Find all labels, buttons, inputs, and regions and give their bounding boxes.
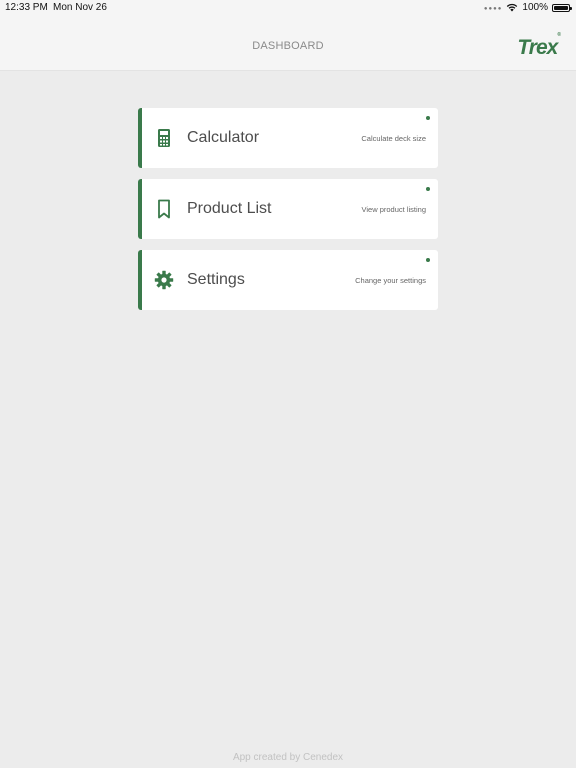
wifi-icon [507, 3, 518, 12]
logo-text: Trex [517, 36, 558, 59]
status-right: ●●●● 100% [483, 2, 572, 13]
calculator-icon [158, 129, 170, 147]
status-date: Mon Nov 26 [53, 2, 107, 13]
page-title: DASHBOARD [252, 40, 324, 52]
calculator-card[interactable]: Calculator Calculate deck size [138, 108, 438, 168]
product-list-label: Product List [187, 200, 272, 217]
indicator-dot [426, 258, 430, 262]
battery-percent: 100% [522, 2, 548, 13]
indicator-dot [426, 116, 430, 120]
trex-logo: Trex® [517, 32, 561, 60]
calculator-label: Calculator [187, 129, 260, 146]
footer-credit: App created by Cenedex [232, 752, 344, 763]
settings-card[interactable]: Settings Change your settings [138, 250, 438, 310]
status-time: 12:33 PM [5, 2, 48, 13]
settings-description: Change your settings [355, 276, 426, 285]
product-list-description: View product listing [361, 205, 426, 214]
bookmark-icon [158, 199, 170, 219]
battery-icon [552, 3, 572, 12]
calculator-description: Calculate deck size [361, 134, 426, 143]
nav-bar: DASHBOARD Trex® [0, 16, 576, 71]
dashboard-menu: Calculator Calculate deck size Product L… [138, 108, 438, 321]
logo-trademark: ® [557, 32, 561, 38]
indicator-dot [426, 187, 430, 191]
product-list-card[interactable]: Product List View product listing [138, 179, 438, 239]
signal-icon: ●●●● [483, 5, 503, 12]
settings-label: Settings [187, 271, 245, 288]
status-bar: 12:33 PM Mon Nov 26 ●●●● 100% [0, 0, 576, 16]
gear-icon [154, 270, 174, 290]
